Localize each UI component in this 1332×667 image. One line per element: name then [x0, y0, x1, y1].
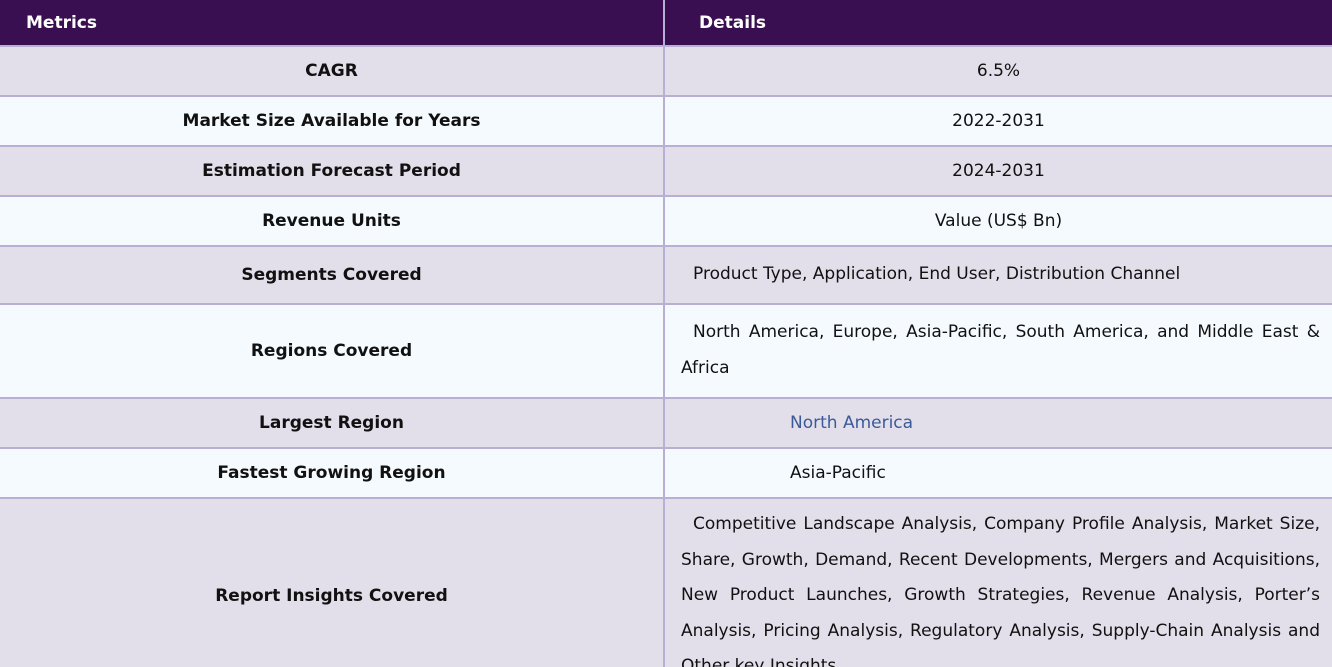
detail-cell: Value (US$ Bn) [664, 196, 1332, 247]
table-row: Largest Region North America [0, 398, 1332, 449]
table-row: Fastest Growing Region Asia-Pacific [0, 448, 1332, 499]
table-row: Revenue Units Value (US$ Bn) [0, 196, 1332, 247]
metrics-table: Metrics Details CAGR 6.5% Market Size Av… [0, 0, 1332, 667]
table-row: Regions Covered North America, Europe, A… [0, 304, 1332, 399]
detail-cell: North America, Europe, Asia-Pacific, Sou… [664, 304, 1332, 399]
table-row: CAGR 6.5% [0, 46, 1332, 97]
metric-cell: Largest Region [0, 398, 665, 449]
table-row: Estimation Forecast Period 2024-2031 [0, 146, 1332, 197]
detail-cell: Asia-Pacific [664, 448, 1332, 499]
metrics-column-header: Metrics [0, 0, 665, 47]
table-row: Market Size Available for Years 2022-203… [0, 96, 1332, 147]
table-row: Segments Covered Product Type, Applicati… [0, 246, 1332, 305]
metric-cell: CAGR [0, 46, 665, 97]
metric-cell: Estimation Forecast Period [0, 146, 665, 197]
detail-cell: 2022-2031 [664, 96, 1332, 147]
table-header-row: Metrics Details [0, 0, 1332, 47]
metric-cell: Revenue Units [0, 196, 665, 247]
metric-cell: Report Insights Covered [0, 498, 665, 667]
largest-region-link[interactable]: North America [790, 413, 913, 433]
metric-cell: Market Size Available for Years [0, 96, 665, 147]
metric-cell: Segments Covered [0, 246, 665, 305]
table-row: Report Insights Covered Competitive Land… [0, 498, 1332, 667]
metric-cell: Regions Covered [0, 304, 665, 399]
detail-cell: Competitive Landscape Analysis, Company … [664, 498, 1332, 667]
detail-cell: 2024-2031 [664, 146, 1332, 197]
metric-cell: Fastest Growing Region [0, 448, 665, 499]
detail-cell: Product Type, Application, End User, Dis… [664, 246, 1332, 305]
details-column-header: Details [664, 0, 1332, 47]
detail-cell: 6.5% [664, 46, 1332, 97]
